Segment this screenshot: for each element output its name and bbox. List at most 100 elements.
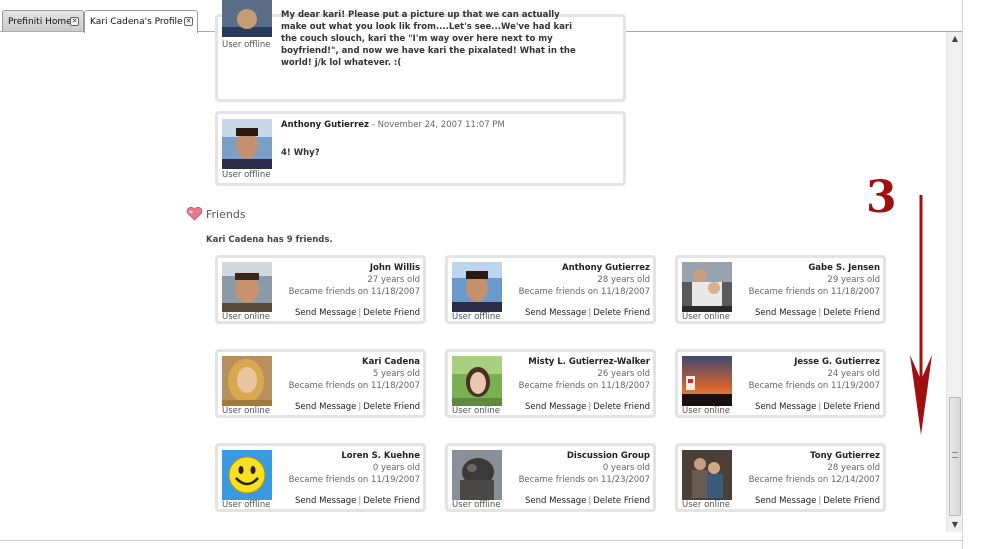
friend-since: Became friends on 11/19/2007 <box>288 475 420 485</box>
send-message-link[interactable]: Send Message <box>295 308 356 318</box>
friend-since: Became friends on 11/18/2007 <box>288 381 420 391</box>
friend-info: Kari Cadena 5 years old Became friends on … <box>289 356 420 392</box>
friend-name[interactable]: Jesse G. Gutierrez <box>749 356 880 368</box>
friend-name[interactable]: John Willis <box>289 262 420 274</box>
avatar[interactable] <box>222 356 272 406</box>
comment-body: 4! Why? <box>281 148 320 158</box>
friend-age: 28 years old <box>597 275 650 285</box>
user-status: User online <box>452 406 501 416</box>
send-message-link[interactable]: Send Message <box>525 402 586 412</box>
friend-card: User online John Willis 27 years old Became… <box>215 255 426 324</box>
close-icon[interactable]: ✕ <box>70 17 79 26</box>
friend-age: 27 years old <box>367 275 420 285</box>
friend-name[interactable]: Discussion Group <box>519 450 650 462</box>
friend-info: Gabe S. Jensen 29 years old Became friends… <box>749 262 880 298</box>
friend-info: Anthony Gutierrez 28 years old Became frie… <box>519 262 650 298</box>
tab-prefiniti-home[interactable]: Prefiniti Home ✕ <box>2 10 84 32</box>
comment-item: User offline My dear kari! Please put a … <box>215 0 626 102</box>
friend-age: 29 years old <box>827 275 880 285</box>
tab-kari-cadena-profile[interactable]: Kari Cadena's Profile ✕ <box>84 10 198 33</box>
friend-card: User offline Discussion Group 0 years old B… <box>445 443 656 512</box>
friend-info: John Willis 27 years old Became friends on… <box>289 262 420 298</box>
avatar[interactable] <box>222 119 272 169</box>
send-message-link[interactable]: Send Message <box>525 496 586 506</box>
scrollbar-thumb[interactable] <box>949 397 961 516</box>
send-message-link[interactable]: Send Message <box>755 308 816 318</box>
comment-body: My dear kari! Please put a picture up th… <box>281 10 576 68</box>
delete-friend-link[interactable]: Delete Friend <box>593 308 650 318</box>
friend-age: 26 years old <box>597 369 650 379</box>
friend-since: Became friends on 11/18/2007 <box>748 287 880 297</box>
friend-name[interactable]: Anthony Gutierrez <box>519 262 650 274</box>
down-arrow-icon <box>910 195 932 435</box>
friend-card: User online Misty L. Gutierrez-Walker 26 y… <box>445 349 656 418</box>
avatar[interactable] <box>452 450 502 500</box>
delete-friend-link[interactable]: Delete Friend <box>823 496 880 506</box>
tab-label: Prefiniti Home <box>8 16 72 27</box>
comment-header: Anthony Gutierrez - November 24, 2007 11… <box>281 120 505 130</box>
comment-author-link[interactable]: Anthony Gutierrez <box>281 120 369 130</box>
avatar[interactable] <box>222 0 272 37</box>
friend-actions: Send Message | Delete Friend <box>755 308 880 318</box>
friend-age: 0 years old <box>372 463 420 473</box>
friend-age: 28 years old <box>827 463 880 473</box>
friend-age: 5 years old <box>372 369 420 379</box>
scroll-down-arrow-icon[interactable]: ▼ <box>947 518 963 532</box>
friends-count: Kari Cadena has 9 friends. <box>206 235 333 245</box>
send-message-link[interactable]: Send Message <box>295 402 356 412</box>
friend-name[interactable]: Misty L. Gutierrez-Walker <box>519 356 650 368</box>
delete-friend-link[interactable]: Delete Friend <box>363 308 420 318</box>
friend-card: User online Tony Gutierrez 28 years old Bec… <box>675 443 886 512</box>
delete-friend-link[interactable]: Delete Friend <box>363 496 420 506</box>
vertical-scrollbar[interactable]: ▲ ▼ <box>946 32 962 532</box>
delete-friend-link[interactable]: Delete Friend <box>823 308 880 318</box>
friend-info: Jesse G. Gutierrez 24 years old Became fri… <box>749 356 880 392</box>
friend-name[interactable]: Gabe S. Jensen <box>749 262 880 274</box>
send-message-link[interactable]: Send Message <box>755 496 816 506</box>
delete-friend-link[interactable]: Delete Friend <box>593 496 650 506</box>
friend-actions: Send Message | Delete Friend <box>525 496 650 506</box>
friend-name[interactable]: Loren S. Kuehne <box>289 450 420 462</box>
avatar[interactable] <box>222 262 272 312</box>
user-status: User online <box>222 312 271 322</box>
avatar[interactable] <box>222 450 272 500</box>
delete-friend-link[interactable]: Delete Friend <box>593 402 650 412</box>
friends-heading: Friends <box>186 207 246 221</box>
avatar[interactable] <box>682 262 732 312</box>
avatar[interactable] <box>682 450 732 500</box>
friend-actions: Send Message | Delete Friend <box>525 402 650 412</box>
avatar[interactable] <box>682 356 732 406</box>
friend-card: User offline Anthony Gutierrez 28 years ol… <box>445 255 656 324</box>
section-title: Friends <box>206 207 246 221</box>
friend-name[interactable]: Tony Gutierrez <box>749 450 880 462</box>
friend-actions: Send Message | Delete Friend <box>295 496 420 506</box>
delete-friend-link[interactable]: Delete Friend <box>363 402 420 412</box>
heart-icon <box>186 207 203 221</box>
window-edge <box>962 0 999 549</box>
user-status: User offline <box>222 500 271 510</box>
send-message-link[interactable]: Send Message <box>295 496 356 506</box>
user-status: User online <box>222 406 271 416</box>
friend-name[interactable]: Kari Cadena <box>289 356 420 368</box>
avatar[interactable] <box>452 262 502 312</box>
friend-info: Misty L. Gutierrez-Walker 26 years old Bec… <box>519 356 650 392</box>
close-icon[interactable]: ✕ <box>184 17 193 26</box>
friend-info: Discussion Group 0 years old Became friend… <box>519 450 650 486</box>
friend-since: Became friends on 11/23/2007 <box>518 475 650 485</box>
send-message-link[interactable]: Send Message <box>525 308 586 318</box>
annotation-number: 3 <box>866 172 897 223</box>
send-message-link[interactable]: Send Message <box>755 402 816 412</box>
tab-label: Kari Cadena's Profile <box>90 17 183 27</box>
friend-age: 24 years old <box>827 369 880 379</box>
user-status: User offline <box>222 170 271 180</box>
delete-friend-link[interactable]: Delete Friend <box>823 402 880 412</box>
friend-since: Became friends on 12/14/2007 <box>748 475 880 485</box>
scroll-up-arrow-icon[interactable]: ▲ <box>947 32 963 46</box>
comment-item: User offline Anthony Gutierrez - Novembe… <box>215 111 626 186</box>
friend-card: User online Jesse G. Gutierrez 24 years ol… <box>675 349 886 418</box>
friend-since: Became friends on 11/18/2007 <box>518 287 650 297</box>
friend-card: User online Kari Cadena 5 years old Became … <box>215 349 426 418</box>
friend-card: User online Gabe S. Jensen 29 years old Bec… <box>675 255 886 324</box>
friend-actions: Send Message | Delete Friend <box>755 496 880 506</box>
avatar[interactable] <box>452 356 502 406</box>
